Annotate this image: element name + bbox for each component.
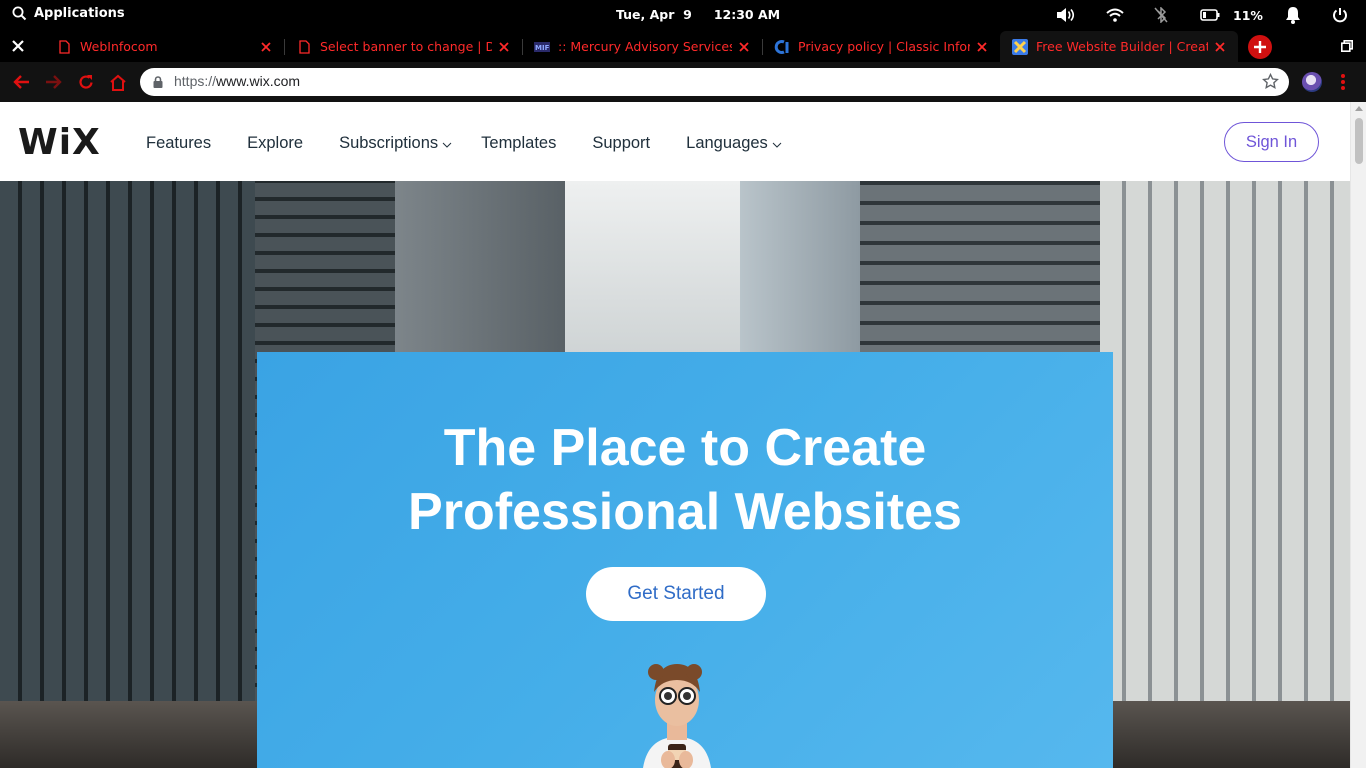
- browser-tab-strip: WebInfocom Select banner to change | Dja…: [0, 30, 1366, 62]
- hero-section: The Place to Create Professional Websites…: [0, 181, 1350, 768]
- volume-icon[interactable]: [1056, 6, 1076, 24]
- hero-heading: The Place to Create Professional Websites: [257, 416, 1113, 544]
- wifi-icon[interactable]: [1106, 6, 1124, 24]
- tab-title: Free Website Builder | Create a Free: [1036, 39, 1208, 54]
- svg-text:MIFS: MIFS: [535, 44, 550, 52]
- nav-label: Languages: [686, 134, 768, 152]
- scrollbar-thumb[interactable]: [1355, 118, 1363, 164]
- tab-privacy-policy[interactable]: Privacy policy | Classic Informatics: [762, 31, 1000, 62]
- notifications-icon[interactable]: [1285, 6, 1301, 24]
- applications-menu[interactable]: Applications: [12, 6, 125, 21]
- more-menu-icon[interactable]: [1340, 73, 1346, 91]
- site-header: WiX Features Explore Subscriptions Templ…: [0, 102, 1350, 181]
- nav-label: Subscriptions: [339, 134, 439, 152]
- close-window-icon[interactable]: [9, 37, 27, 55]
- nav-templates[interactable]: Templates: [481, 134, 556, 153]
- tab-title: :: Mercury Advisory Services Pvt: [558, 39, 732, 54]
- get-started-button[interactable]: Get Started: [586, 567, 766, 621]
- home-icon: [110, 74, 126, 91]
- clock[interactable]: Tue, Apr 9 12:30 AM: [616, 7, 780, 22]
- nav-subscriptions[interactable]: Subscriptions: [339, 134, 452, 153]
- chevron-down-icon: [442, 142, 452, 148]
- power-icon[interactable]: [1332, 6, 1348, 24]
- search-icon: [12, 6, 27, 21]
- tab-webinfocom[interactable]: WebInfocom: [44, 31, 284, 62]
- tab-mercury-advisory[interactable]: MIFS :: Mercury Advisory Services Pvt: [522, 31, 762, 62]
- nav-languages[interactable]: Languages: [686, 134, 782, 153]
- hero-background-image: [560, 181, 740, 353]
- clock-date: Tue, Apr 9: [616, 7, 692, 22]
- nav-label: Explore: [247, 134, 304, 152]
- plus-icon: [1254, 41, 1266, 53]
- url-scheme: https://: [174, 73, 217, 89]
- applications-label: Applications: [34, 6, 125, 21]
- nav-label: Templates: [481, 134, 557, 152]
- chevron-down-icon: [772, 142, 782, 148]
- wix-logo[interactable]: WiX: [18, 122, 101, 163]
- bookmark-star-icon[interactable]: [1262, 73, 1279, 90]
- bluetooth-off-icon[interactable]: [1154, 6, 1168, 24]
- ci-icon: [774, 39, 790, 55]
- lock-icon[interactable]: [153, 76, 163, 88]
- main-nav: Features Explore Subscriptions Templates…: [146, 134, 818, 153]
- page-icon: [56, 39, 72, 55]
- tab-title: WebInfocom: [80, 39, 158, 54]
- close-tab-icon[interactable]: [498, 41, 510, 53]
- woman-with-coffee-image: [643, 664, 711, 768]
- restore-window-icon[interactable]: [1341, 40, 1353, 52]
- hero-card: The Place to Create Professional Websites…: [257, 352, 1113, 768]
- sign-in-button[interactable]: Sign In: [1224, 122, 1319, 162]
- reload-button[interactable]: [76, 72, 96, 92]
- url-text: https://www.wix.com: [174, 73, 300, 89]
- profile-avatar[interactable]: [1302, 72, 1322, 92]
- page-viewport: WiX Features Explore Subscriptions Templ…: [0, 102, 1366, 768]
- reload-icon: [79, 75, 93, 89]
- url-host: www.wix.com: [216, 73, 301, 89]
- close-tab-icon[interactable]: [1214, 41, 1226, 53]
- nav-label: Support: [592, 134, 651, 152]
- battery-icon[interactable]: [1200, 6, 1220, 24]
- nav-features[interactable]: Features: [146, 134, 211, 153]
- system-top-bar: Applications Tue, Apr 9 12:30 AM 11%: [0, 0, 1366, 30]
- page-icon: [296, 39, 312, 55]
- close-tab-icon[interactable]: [976, 41, 988, 53]
- back-button[interactable]: [11, 72, 31, 92]
- arrow-right-icon: [46, 75, 62, 89]
- tab-select-banner[interactable]: Select banner to change | Django: [284, 31, 522, 62]
- nav-label: Features: [146, 134, 212, 152]
- clock-time: 12:30 AM: [713, 7, 781, 22]
- mifs-icon: MIFS: [534, 39, 550, 55]
- nav-explore[interactable]: Explore: [247, 134, 303, 153]
- home-button[interactable]: [108, 72, 128, 92]
- close-tab-icon[interactable]: [260, 41, 272, 53]
- address-bar[interactable]: https://www.wix.com: [140, 68, 1289, 96]
- wix-icon: [1012, 38, 1028, 55]
- scroll-up-arrow-icon[interactable]: [1355, 106, 1363, 111]
- page-scrollbar[interactable]: [1350, 102, 1366, 768]
- arrow-left-icon: [13, 75, 29, 89]
- new-tab-button[interactable]: [1248, 35, 1272, 59]
- forward-button[interactable]: [44, 72, 64, 92]
- tab-wix-active[interactable]: Free Website Builder | Create a Free: [1000, 31, 1238, 62]
- tab-title: Privacy policy | Classic Informatics: [798, 39, 970, 54]
- nav-support[interactable]: Support: [592, 134, 650, 153]
- hero-heading-line1: The Place to Create: [443, 419, 927, 477]
- battery-percent: 11%: [1233, 7, 1263, 23]
- close-tab-icon[interactable]: [738, 41, 750, 53]
- hero-heading-line2: Professional Websites: [408, 483, 962, 541]
- tab-title: Select banner to change | Django: [320, 39, 492, 54]
